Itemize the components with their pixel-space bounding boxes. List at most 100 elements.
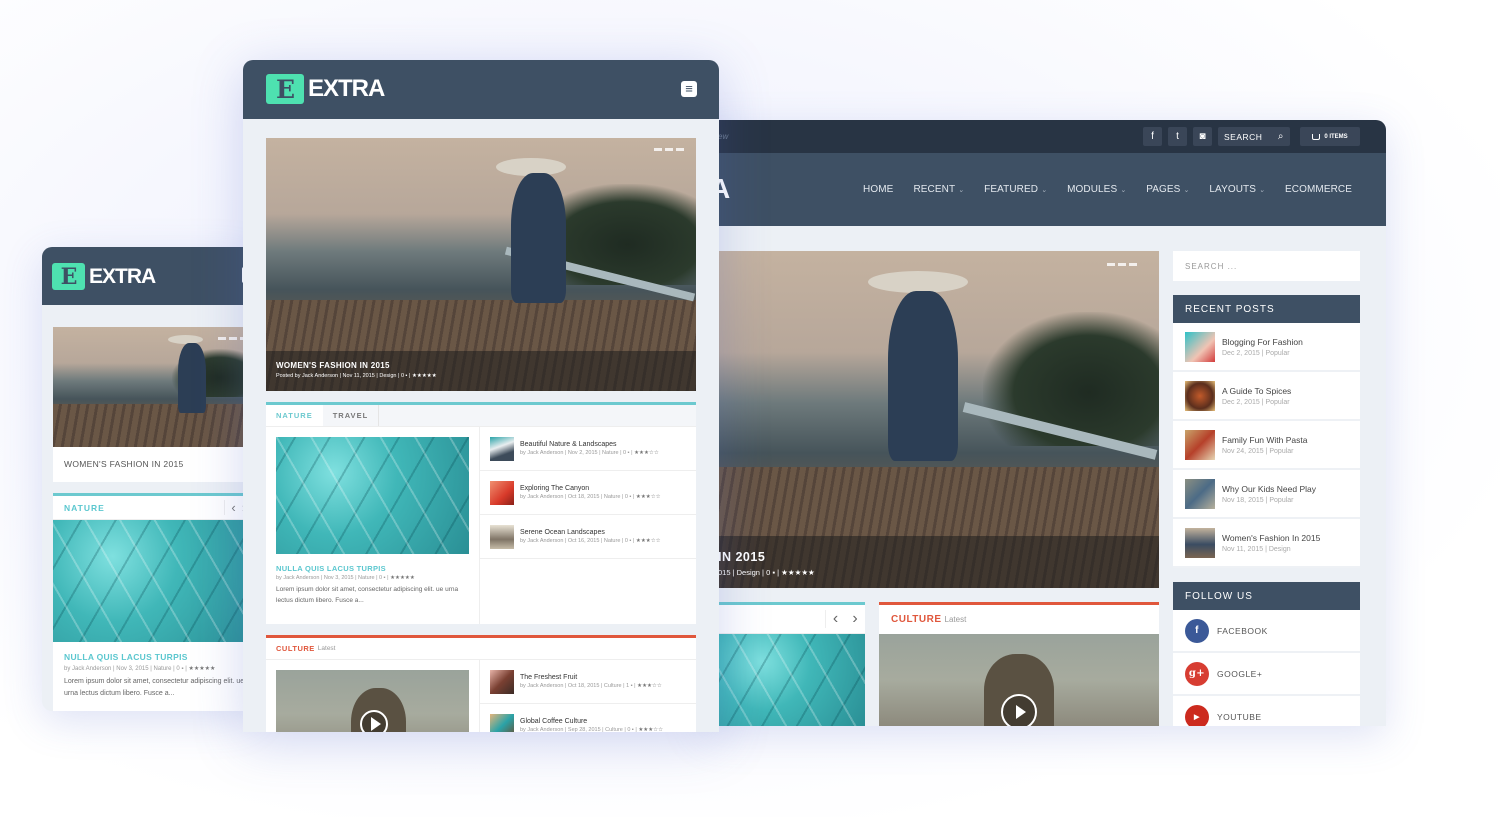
desktop-hero-slide[interactable]: IN 2015 015 | Design | 0 ▪ | ★★★★★ (718, 251, 1159, 588)
nature-image[interactable] (718, 634, 865, 726)
tablet-tabs-module: NATURE TRAVEL NULLA QUIS LACUS TURPIS by… (266, 402, 696, 624)
instagram-icon[interactable]: ◙ (1193, 127, 1212, 146)
slider-dots[interactable] (654, 148, 684, 151)
desktop-nav: A HOME RECENT ⌄ FEATURED ⌄ MODULES ⌄ PAGES ⌄… (700, 153, 1386, 226)
nav-pages[interactable]: PAGES ⌄ (1146, 184, 1189, 195)
comment-icon: ▪ (629, 494, 632, 500)
follow-facebook[interactable]: f FACEBOOK (1173, 610, 1360, 653)
post-title[interactable]: Exploring The Canyon (520, 485, 661, 492)
nav-recent[interactable]: RECENT ⌄ (913, 184, 964, 195)
play-icon[interactable] (360, 710, 388, 732)
nav-layouts[interactable]: LAYOUTS ⌄ (1209, 184, 1265, 195)
post-thumb[interactable] (490, 524, 514, 549)
post-title[interactable]: The Freshest Fruit (520, 674, 662, 681)
featured-post-image[interactable] (276, 437, 469, 554)
hero-title: WOMEN'S FASHION IN 2015 (276, 361, 390, 370)
facebook-icon[interactable]: f (1143, 127, 1162, 146)
logo-mark: E (52, 263, 85, 290)
nav-ecommerce[interactable]: ECOMMERCE (1285, 184, 1352, 195)
post-title[interactable]: Beautiful Nature & Landscapes (520, 441, 659, 448)
mobile-hero-card[interactable]: WOMEN'S FASHION IN 2015 (53, 327, 252, 482)
recent-post-category[interactable]: Design (1269, 546, 1291, 553)
nature-image[interactable] (53, 520, 252, 642)
featured-post-title[interactable]: NULLA QUIS LACUS TURPIS (64, 652, 252, 662)
cart-button[interactable]: 0 ITEMS (1300, 127, 1360, 146)
list-post-item[interactable]: The Freshest Fruit by Jack Anderson | Oct… (480, 660, 696, 704)
rating-stars: ★★★☆☆ (634, 450, 659, 456)
recent-post-title[interactable]: Blogging For Fashion (1222, 337, 1303, 347)
list-post-item[interactable]: Exploring The Canyon by Jack Anderson | O… (480, 471, 696, 515)
tab-nature[interactable]: NATURE (266, 405, 323, 426)
post-thumb[interactable] (490, 480, 514, 505)
list-post-item[interactable]: Global Coffee Culture by Jack Anderson | … (480, 704, 696, 732)
nature-post-list: Beautiful Nature & Landscapes by Jack And… (480, 427, 696, 624)
hero-caption: IN 2015 015 | Design | 0 ▪ | ★★★★★ (718, 536, 1159, 588)
recent-post-title[interactable]: Family Fun With Pasta (1222, 435, 1308, 445)
sidebar-search-input[interactable]: SEARCH ... (1173, 251, 1360, 281)
list-post-item[interactable]: Beautiful Nature & Landscapes by Jack And… (480, 427, 696, 471)
recent-post-title[interactable]: Why Our Kids Need Play (1222, 484, 1316, 494)
chevron-down-icon: ⌄ (1041, 187, 1048, 194)
menu-icon[interactable]: ≡ (681, 81, 697, 97)
comment-icon: ▪ (181, 666, 184, 672)
rating-stars: ★★★☆☆ (635, 538, 661, 544)
post-title[interactable]: Global Coffee Culture (520, 718, 663, 725)
featured-post-excerpt: Lorem ipsum dolor sit amet, consectetur … (64, 678, 245, 697)
nav-home[interactable]: HOME (863, 184, 893, 195)
slider-dots[interactable] (1107, 263, 1137, 266)
recent-post-date: Nov 24, 2015 (1222, 447, 1264, 455)
tablet-hero-slide[interactable]: WOMEN'S FASHION IN 2015 Posted by Jack A… (266, 138, 696, 391)
nature-title: NATURE (64, 502, 105, 513)
logo-text: EXTRA (89, 264, 156, 288)
mobile-header: E EXTRA ≡ (42, 247, 252, 305)
list-post-item[interactable]: Serene Ocean Landscapes by Jack Anderson … (480, 515, 696, 559)
recent-post-item[interactable]: Why Our Kids Need Play Nov 18, 2015 | Pop… (1173, 470, 1360, 519)
chevron-down-icon: ⌄ (1259, 187, 1265, 194)
google-plus-icon: g+ (1185, 661, 1209, 686)
rating-stars: ★★★☆☆ (635, 494, 661, 500)
culture-video-thumb[interactable] (879, 634, 1159, 726)
slider-prev-button[interactable]: ‹ (825, 610, 845, 628)
recent-post-category[interactable]: Popular (1269, 497, 1293, 504)
recent-post-thumb[interactable] (1185, 331, 1215, 362)
post-thumb[interactable] (490, 436, 514, 461)
recent-post-item[interactable]: A Guide To Spices Dec 2, 2015 | Popular (1173, 372, 1360, 421)
recent-post-thumb[interactable] (1185, 380, 1215, 411)
topbar-search[interactable]: SEARCH ⌕ (1218, 127, 1290, 146)
tablet-logo[interactable]: E EXTRA (266, 74, 385, 104)
slider-next-button[interactable]: › (845, 610, 865, 628)
follow-youtube[interactable]: ▶ YOUTUBE (1173, 696, 1360, 726)
desktop-frame: ew f t ◙ SEARCH ⌕ 0 ITEMS A HOME RECENT ⌄… (700, 120, 1386, 726)
recent-post-thumb[interactable] (1185, 429, 1215, 460)
slider-prev-button[interactable]: ‹ (224, 500, 242, 515)
recent-post-title[interactable]: A Guide To Spices (1222, 386, 1291, 396)
mobile-logo[interactable]: E EXTRA (52, 263, 156, 290)
comment-icon: ▪ (383, 575, 386, 581)
recent-post-category[interactable]: Popular (1269, 448, 1293, 455)
mobile-frame: E EXTRA ≡ WOMEN'S FASHION IN 2015 NATURE… (42, 247, 252, 711)
nav-modules[interactable]: MODULES ⌄ (1067, 184, 1126, 195)
play-icon[interactable] (1001, 694, 1037, 726)
culture-video-thumb[interactable] (276, 670, 469, 732)
recent-post-category[interactable]: Popular (1265, 350, 1289, 357)
cart-label: 0 ITEMS (1324, 133, 1348, 140)
recent-post-item[interactable]: Women's Fashion In 2015 Nov 11, 2015 | De… (1173, 519, 1360, 568)
recent-post-title[interactable]: Women's Fashion In 2015 (1222, 533, 1320, 543)
featured-post-title[interactable]: NULLA QUIS LACUS TURPIS (276, 564, 469, 573)
recent-post-item[interactable]: Blogging For Fashion Dec 2, 2015 | Popula… (1173, 323, 1360, 372)
chevron-down-icon: ⌄ (958, 187, 965, 194)
mobile-hero-title: WOMEN'S FASHION IN 2015 (64, 459, 184, 469)
mobile-nature-module: NATURE ‹ › NULLA QUIS LACUS TURPIS by Ja… (53, 493, 252, 711)
nav-featured[interactable]: FEATURED ⌄ (984, 184, 1047, 195)
twitter-icon[interactable]: t (1168, 127, 1187, 146)
recent-post-thumb[interactable] (1185, 478, 1215, 509)
recent-post-category[interactable]: Popular (1265, 399, 1289, 406)
recent-post-item[interactable]: Family Fun With Pasta Nov 24, 2015 | Popu… (1173, 421, 1360, 470)
recent-post-thumb[interactable] (1185, 527, 1215, 558)
post-thumb[interactable] (490, 713, 514, 732)
follow-google-plus[interactable]: g+ GOOGLE+ (1173, 653, 1360, 696)
post-title[interactable]: Serene Ocean Landscapes (520, 529, 661, 536)
desktop-nature-module: ‹ › (718, 602, 865, 726)
tab-travel[interactable]: TRAVEL (323, 405, 380, 426)
post-thumb[interactable] (490, 669, 514, 694)
